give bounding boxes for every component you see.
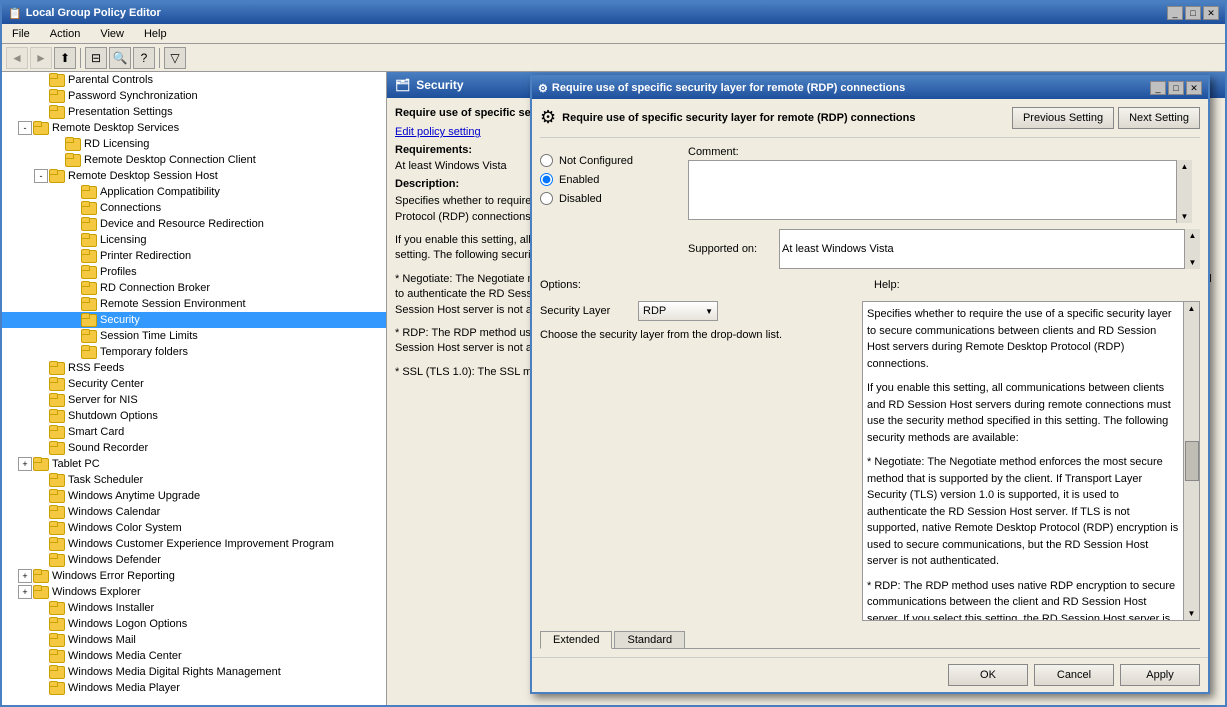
modal-close-button[interactable]: ✕ [1186,81,1202,95]
help-scroll-down[interactable]: ▼ [1188,609,1196,618]
help-text: Specifies whether to require the use of … [867,306,1181,621]
radio-disabled-input[interactable] [540,192,553,205]
supported-label: Supported on: [688,243,773,255]
modal-setting-icon: ⚙ [540,107,556,128]
help-section: Specifies whether to require the use of … [862,301,1200,621]
radio-not-configured-input[interactable] [540,154,553,167]
supported-box: At least Windows Vista [779,229,1200,269]
help-para-1: Specifies whether to require the use of … [867,306,1181,372]
modal-maximize-button[interactable]: □ [1168,81,1184,95]
options-help-row: Security Layer RDP ▼ Choose the security… [540,301,1200,621]
modal-minimize-button[interactable]: _ [1150,81,1166,95]
modal-title-left: ⚙ Require use of specific security layer… [538,82,905,95]
radio-enabled-input[interactable] [540,173,553,186]
tab-standard[interactable]: Standard [614,631,685,648]
supported-scroll-up[interactable]: ▲ [1189,231,1197,240]
radio-disabled[interactable]: Disabled [540,192,680,205]
modal-dialog: ⚙ Require use of specific security layer… [530,75,1210,694]
apply-button[interactable]: Apply [1120,664,1200,686]
help-label: Help: [874,279,900,291]
help-rdp: * RDP: The RDP method uses native RDP en… [867,578,1181,622]
modal-setting-name: Require use of specific security layer f… [562,112,915,124]
radio-enabled[interactable]: Enabled [540,173,680,186]
comment-label: Comment: [688,146,1192,158]
security-layer-row: Security Layer RDP ▼ [540,301,854,321]
next-setting-button[interactable]: Next Setting [1118,107,1200,129]
choose-text: Choose the security layer from the drop-… [540,329,854,341]
modal-overlay: ⚙ Require use of specific security layer… [0,0,1227,707]
options-label: Options: [540,279,581,291]
modal-title-bar: ⚙ Require use of specific security layer… [532,77,1208,99]
security-layer-label: Security Layer [540,305,630,317]
modal-body: ⚙ Require use of specific security layer… [532,99,1208,657]
comment-section: Comment: ▲ ▼ [688,146,1200,269]
comment-scroll-up[interactable]: ▲ [1181,162,1189,171]
options-section: Security Layer RDP ▼ Choose the security… [540,301,854,341]
tab-extended[interactable]: Extended [540,631,612,649]
comment-textarea[interactable] [688,160,1192,220]
radio-not-configured[interactable]: Not Configured [540,154,680,167]
modal-title: Require use of specific security layer f… [552,82,905,94]
app-window: 📋 Local Group Policy Editor _ □ ✕ File A… [0,0,1227,707]
previous-setting-button[interactable]: Previous Setting [1012,107,1114,129]
supported-scroll-down[interactable]: ▼ [1189,258,1197,267]
modal-top-row: Not Configured Enabled Disabled [540,146,1200,269]
help-para-2: If you enable this setting, all communic… [867,380,1181,446]
modal-tabs: Extended Standard [540,631,1200,649]
help-scroll-up[interactable]: ▲ [1188,304,1196,313]
modal-footer: OK Cancel Apply [532,657,1208,692]
ok-button[interactable]: OK [948,664,1028,686]
radio-group: Not Configured Enabled Disabled [540,154,680,205]
cancel-button[interactable]: Cancel [1034,664,1114,686]
help-scroll-thumb[interactable] [1185,441,1199,481]
supported-row: Supported on: At least Windows Vista ▲ ▼ [688,229,1200,269]
select-arrow-icon: ▼ [705,307,713,316]
modal-icon: ⚙ [538,82,548,95]
help-negotiate: * Negotiate: The Negotiate method enforc… [867,454,1181,570]
comment-scroll-down[interactable]: ▼ [1181,212,1189,221]
security-layer-select[interactable]: RDP ▼ [638,301,718,321]
modal-controls: _ □ ✕ [1150,81,1202,95]
